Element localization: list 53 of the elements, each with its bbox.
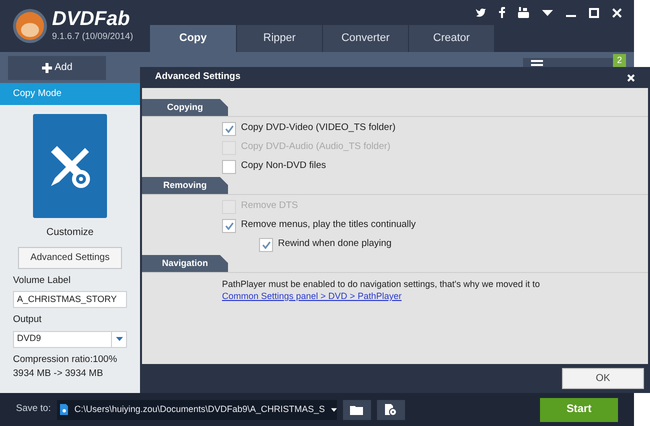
check-icon xyxy=(224,222,234,230)
checkbox[interactable] xyxy=(259,238,273,252)
checkbox[interactable] xyxy=(222,122,236,136)
file-icon xyxy=(60,403,68,416)
customize-mode-tile[interactable] xyxy=(33,114,107,218)
plus-icon xyxy=(42,62,52,72)
facebook-icon[interactable] xyxy=(499,7,505,18)
tab[interactable]: Creator xyxy=(408,25,494,52)
save-path: C:\Users\huiying.zou\Documents\DVDFab9\A_CHRISTMAS_S xyxy=(74,402,325,416)
checkbox[interactable] xyxy=(222,218,236,232)
maximize-icon[interactable] xyxy=(589,8,599,18)
dialog-title: Advanced Settings xyxy=(155,70,241,84)
checkbox[interactable] xyxy=(222,160,236,174)
folder-button[interactable] xyxy=(342,400,371,420)
checkbox-label: Rewind when done playing xyxy=(278,237,392,252)
checkbox-label: Remove DTS xyxy=(241,199,298,214)
checkbox-label: Remove menus, play the titles continually xyxy=(241,218,416,232)
app-version: 9.1.6.7 (10/09/2014) xyxy=(52,30,134,44)
checkbox-label: Copy DVD-Video (VIDEO_TS folder) xyxy=(241,121,396,136)
caret-icon[interactable] xyxy=(330,408,337,412)
dropdown-icon[interactable] xyxy=(542,10,553,16)
bird-icon[interactable] xyxy=(475,8,486,18)
mode-label: Customize xyxy=(46,226,94,240)
check-icon xyxy=(262,240,270,248)
navigation-note: PathPlayer must be enabled to do navigation settings, that's why we moved it to Common Settings panel > DVD > PathPlayer xyxy=(221,278,541,302)
size-text: 3934 MB -> 3934 MB xyxy=(13,366,104,381)
output-label: Output xyxy=(13,313,43,328)
close-icon[interactable] xyxy=(627,74,635,82)
add-button[interactable]: Add xyxy=(8,56,106,80)
iso-button[interactable] xyxy=(376,400,405,420)
checkbox-label: Copy Non-DVD files xyxy=(241,159,326,174)
tab[interactable]: Converter xyxy=(322,25,408,52)
volume-field[interactable]: A_CHRISTMAS_STORY xyxy=(13,291,127,308)
checkbox-label: Copy DVD-Audio (Audio_TS folder) xyxy=(241,140,390,154)
ok-button[interactable]: OK xyxy=(562,368,644,389)
output-dropdown[interactable]: DVD9 xyxy=(13,330,127,348)
sidebar-header: Copy Mode xyxy=(0,83,140,105)
tab[interactable]: Ripper xyxy=(236,25,322,52)
save-path-field[interactable]: C:\Users\huiying.zou\Documents\DVDFab9\A_CHRISTMAS_S xyxy=(56,400,337,420)
volume-label: Volume Label xyxy=(13,274,72,288)
app-name: DVDFab xyxy=(52,8,131,30)
save-to-label: Save to: xyxy=(16,402,51,416)
check-icon xyxy=(224,124,234,132)
caret-icon xyxy=(116,337,122,341)
compression-ratio: Compression ratio:100% xyxy=(13,352,118,366)
disc-file-icon xyxy=(384,404,397,416)
tab[interactable]: Copy xyxy=(150,25,236,52)
advanced-settings-button[interactable]: Advanced Settings xyxy=(18,247,122,269)
close-icon[interactable] xyxy=(612,8,622,18)
list-icon xyxy=(531,60,543,68)
folder-icon xyxy=(350,404,364,414)
queue-badge: 2 xyxy=(613,54,626,68)
settings-link[interactable]: Common Settings panel > DVD > PathPlayer xyxy=(222,291,402,301)
